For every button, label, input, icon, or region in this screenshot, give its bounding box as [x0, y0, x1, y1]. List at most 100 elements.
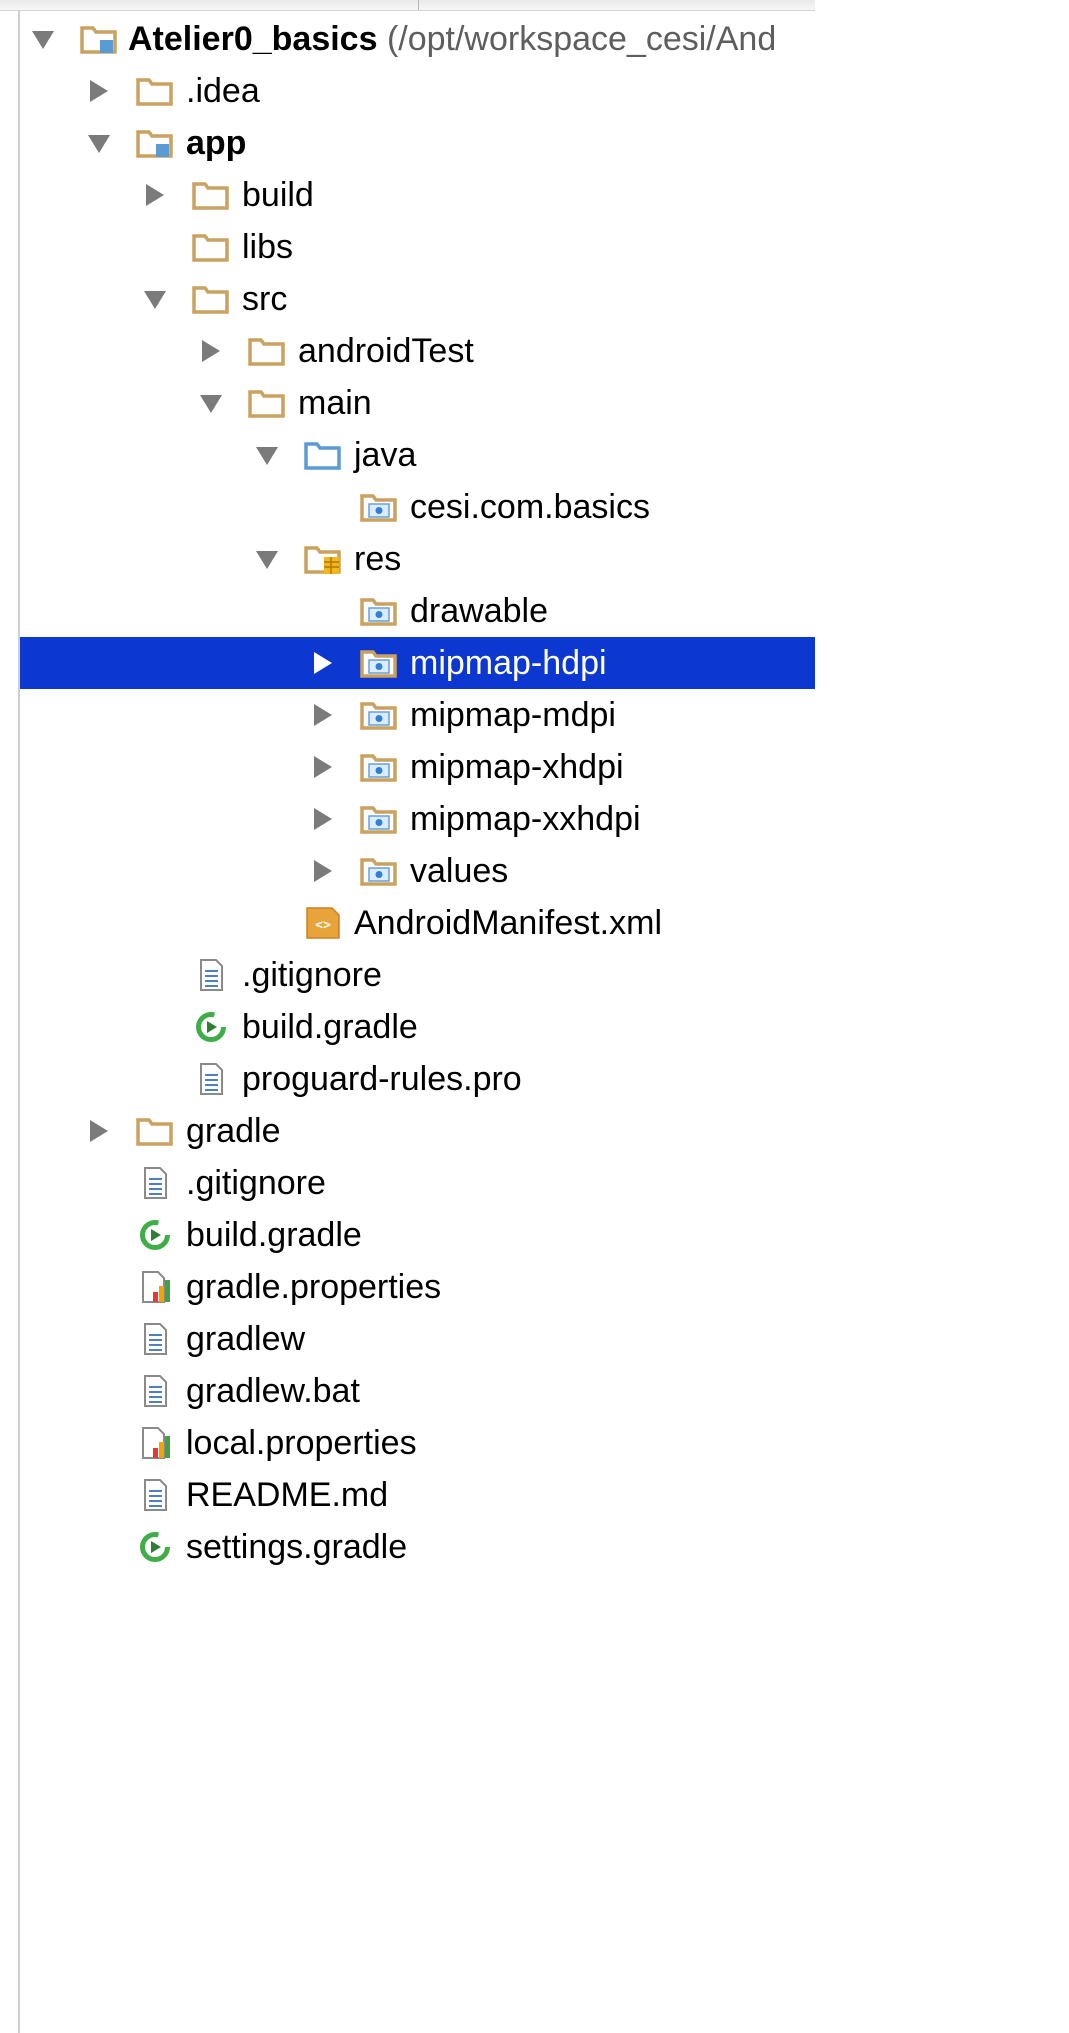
expand-arrow-icon[interactable]: [310, 793, 336, 845]
tree-row-label: build: [242, 169, 314, 221]
tree-row-label: cesi.com.basics: [410, 481, 650, 533]
tree-row[interactable]: gradle: [20, 1105, 815, 1157]
expand-arrow-icon[interactable]: [86, 65, 112, 117]
tree-row[interactable]: src: [20, 273, 815, 325]
tree-item-name: README.md: [186, 1476, 389, 1514]
tree-row[interactable]: README.md: [20, 1469, 815, 1521]
tree-row[interactable]: build.gradle: [20, 1209, 815, 1261]
tree-item-name: mipmap-mdpi: [410, 696, 616, 734]
project-tree: Atelier0_basics (/opt/workspace_cesi/And…: [20, 13, 815, 1573]
expand-arrow-icon[interactable]: [86, 1105, 112, 1157]
collapse-arrow-icon[interactable]: [142, 273, 168, 325]
tree-row[interactable]: .gitignore: [20, 1157, 815, 1209]
tree-item-name: mipmap-xhdpi: [410, 748, 624, 786]
tree-row[interactable]: app: [20, 117, 815, 169]
svg-text:<>: <>: [315, 918, 331, 933]
tree-row-label: values: [410, 845, 508, 897]
tree-item-name: build.gradle: [186, 1216, 362, 1254]
resources-folder-icon: [304, 543, 342, 575]
tree-item-name: gradlew: [186, 1320, 306, 1358]
tree-item-name: settings.gradle: [186, 1528, 408, 1566]
tree-item-name: build.gradle: [242, 1008, 418, 1046]
tree-row-label: Atelier0_basics (/opt/workspace_cesi/And: [128, 13, 776, 65]
tree-row[interactable]: Atelier0_basics (/opt/workspace_cesi/And: [20, 13, 815, 65]
collapse-arrow-icon[interactable]: [254, 533, 280, 585]
expand-arrow-icon[interactable]: [142, 169, 168, 221]
tree-row[interactable]: mipmap-hdpi: [20, 637, 815, 689]
folder-icon: [192, 231, 230, 263]
tree-row[interactable]: res: [20, 533, 815, 585]
panel-header-bar: [0, 0, 815, 11]
tree-item-name: gradlew.bat: [186, 1372, 360, 1410]
tree-row-label: mipmap-hdpi: [410, 637, 607, 689]
tree-row-label: gradlew.bat: [186, 1365, 360, 1417]
tree-item-name: .gitignore: [242, 956, 382, 994]
tree-row[interactable]: mipmap-xhdpi: [20, 741, 815, 793]
tree-row-label: gradlew: [186, 1313, 305, 1365]
tree-row[interactable]: .idea: [20, 65, 815, 117]
tree-item-name: src: [242, 280, 288, 318]
text-file-icon: [192, 959, 230, 991]
tree-row[interactable]: settings.gradle: [20, 1521, 815, 1573]
text-file-icon: [192, 1063, 230, 1095]
tree-row[interactable]: gradlew.bat: [20, 1365, 815, 1417]
text-file-icon: [136, 1375, 174, 1407]
tree-row-label: proguard-rules.pro: [242, 1053, 522, 1105]
tree-row-label: src: [242, 273, 287, 325]
tree-item-name: app: [186, 124, 247, 162]
tree-row[interactable]: cesi.com.basics: [20, 481, 815, 533]
collapse-arrow-icon[interactable]: [30, 13, 56, 65]
tree-row[interactable]: build: [20, 169, 815, 221]
tree-row[interactable]: <> AndroidManifest.xml: [20, 897, 815, 949]
tree-row[interactable]: proguard-rules.pro: [20, 1053, 815, 1105]
properties-file-icon: [136, 1427, 174, 1459]
expand-arrow-icon[interactable]: [198, 325, 224, 377]
source-folder-icon: [304, 439, 342, 471]
tree-item-name: build: [242, 176, 314, 214]
tree-item-name: proguard-rules.pro: [242, 1060, 522, 1098]
tree-row[interactable]: libs: [20, 221, 815, 273]
module-folder-icon: [80, 23, 118, 55]
expand-arrow-icon[interactable]: [310, 689, 336, 741]
tree-row[interactable]: .gitignore: [20, 949, 815, 1001]
tree-row-label: mipmap-mdpi: [410, 689, 616, 741]
panel-right-area: [815, 0, 1069, 2033]
tree-item-name: libs: [242, 228, 294, 266]
tree-row-label: main: [298, 377, 372, 429]
tree-row[interactable]: main: [20, 377, 815, 429]
tree-item-name: androidTest: [298, 332, 474, 370]
tree-row[interactable]: build.gradle: [20, 1001, 815, 1053]
project-path: (/opt/workspace_cesi/And: [377, 20, 777, 58]
expand-arrow-icon[interactable]: [310, 637, 336, 689]
properties-file-icon: [136, 1271, 174, 1303]
gradle-file-icon: [192, 1011, 230, 1043]
tree-item-name: .idea: [186, 72, 260, 110]
tree-item-name: mipmap-hdpi: [410, 644, 607, 682]
gradle-file-icon: [136, 1219, 174, 1251]
tree-item-name: cesi.com.basics: [410, 488, 650, 526]
tree-item-name: gradle.properties: [186, 1268, 442, 1306]
tree-row[interactable]: drawable: [20, 585, 815, 637]
tree-row[interactable]: gradle.properties: [20, 1261, 815, 1313]
package-folder-icon: [360, 699, 398, 731]
package-folder-icon: [360, 647, 398, 679]
tree-item-name: .gitignore: [186, 1164, 326, 1202]
tree-row[interactable]: java: [20, 429, 815, 481]
tree-row[interactable]: values: [20, 845, 815, 897]
tree-row[interactable]: mipmap-mdpi: [20, 689, 815, 741]
tree-row[interactable]: mipmap-xxhdpi: [20, 793, 815, 845]
tree-row-label: AndroidManifest.xml: [354, 897, 662, 949]
tree-row[interactable]: gradlew: [20, 1313, 815, 1365]
collapse-arrow-icon[interactable]: [86, 117, 112, 169]
tree-row[interactable]: androidTest: [20, 325, 815, 377]
expand-arrow-icon[interactable]: [310, 741, 336, 793]
tree-row-label: settings.gradle: [186, 1521, 407, 1573]
expand-arrow-icon[interactable]: [310, 845, 336, 897]
tree-row[interactable]: local.properties: [20, 1417, 815, 1469]
collapse-arrow-icon[interactable]: [198, 377, 224, 429]
folder-icon: [192, 283, 230, 315]
collapse-arrow-icon[interactable]: [254, 429, 280, 481]
text-file-icon: [136, 1323, 174, 1355]
tree-row-label: java: [354, 429, 416, 481]
tree-row-label: app: [186, 117, 246, 169]
